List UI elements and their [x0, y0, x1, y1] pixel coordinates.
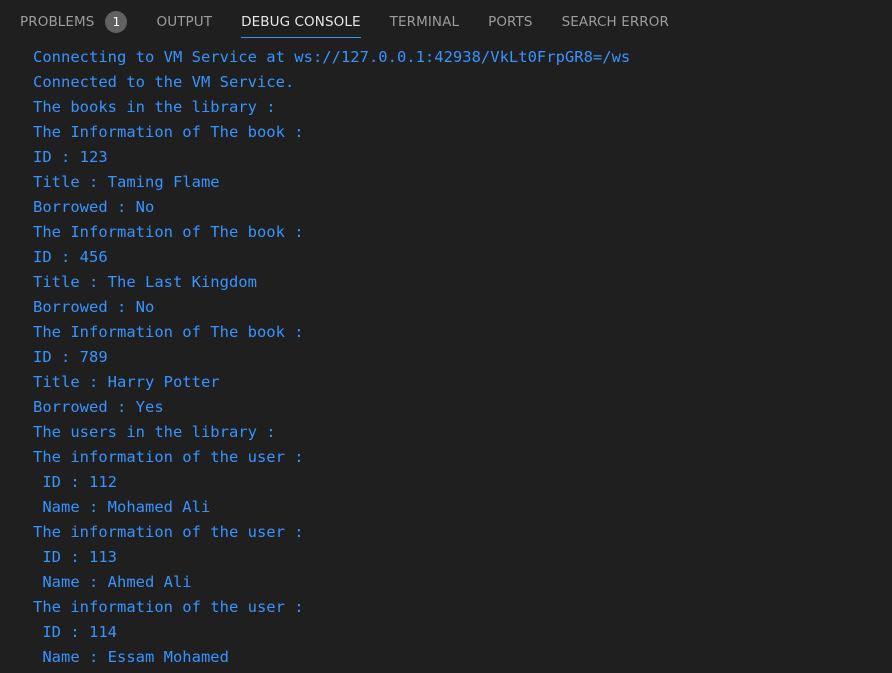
console-line: The books in the library :	[33, 98, 276, 116]
console-line: Title : The Last Kingdom	[33, 273, 257, 291]
tab-search-error[interactable]: SEARCH ERROR	[562, 0, 669, 44]
console-line: Name : Essam Mohamed	[33, 648, 229, 666]
problems-count-badge: 1	[105, 11, 128, 33]
console-line: The Information of The book :	[33, 323, 304, 341]
debug-console-panel: PROBLEMS 1 OUTPUT DEBUG CONSOLE TERMINAL…	[0, 0, 892, 673]
tab-problems[interactable]: PROBLEMS 1	[20, 0, 128, 44]
console-line: ID : 114	[33, 623, 117, 641]
console-line: The users in the library :	[33, 423, 276, 441]
console-line: The information of the user :	[33, 523, 304, 541]
console-line: ID : 113	[33, 548, 117, 566]
panel-tab-bar: PROBLEMS 1 OUTPUT DEBUG CONSOLE TERMINAL…	[0, 0, 892, 44]
console-line: Borrowed : No	[33, 198, 155, 216]
console-line: Connected to the VM Service.	[33, 73, 295, 91]
console-line: The information of the user :	[33, 598, 304, 616]
tab-search-error-label: SEARCH ERROR	[561, 14, 669, 30]
tab-ports-label: PORTS	[488, 14, 533, 30]
console-line: ID : 456	[33, 248, 108, 266]
console-line: Connecting to VM Service at ws://127.0.0…	[33, 48, 631, 66]
console-line: Title : Taming Flame	[33, 173, 220, 191]
console-line: Borrowed : No	[33, 298, 155, 316]
tab-ports[interactable]: PORTS	[488, 0, 532, 44]
console-line: The Information of The book :	[33, 223, 304, 241]
tab-debug-console[interactable]: DEBUG CONSOLE	[241, 0, 361, 44]
console-line: Title : Harry Potter	[33, 373, 220, 391]
console-line: ID : 112	[33, 473, 117, 491]
console-line: Name : Mohamed Ali	[33, 498, 211, 516]
tab-output-label: OUTPUT	[156, 14, 213, 30]
tab-problems-label: PROBLEMS	[20, 14, 95, 30]
console-line: The information of the user :	[33, 448, 304, 466]
console-output[interactable]: Connecting to VM Service at ws://127.0.0…	[33, 45, 883, 673]
tab-terminal[interactable]: TERMINAL	[390, 0, 459, 44]
tab-terminal-label: TERMINAL	[389, 14, 460, 30]
console-line: Borrowed : Yes	[33, 398, 164, 416]
console-line: ID : 123	[33, 148, 108, 166]
console-line: The Information of The book :	[33, 123, 304, 141]
tab-debug-console-label: DEBUG CONSOLE	[241, 14, 361, 30]
tab-output[interactable]: OUTPUT	[156, 0, 212, 44]
console-line: ID : 789	[33, 348, 108, 366]
console-line: Name : Ahmed Ali	[33, 573, 192, 591]
